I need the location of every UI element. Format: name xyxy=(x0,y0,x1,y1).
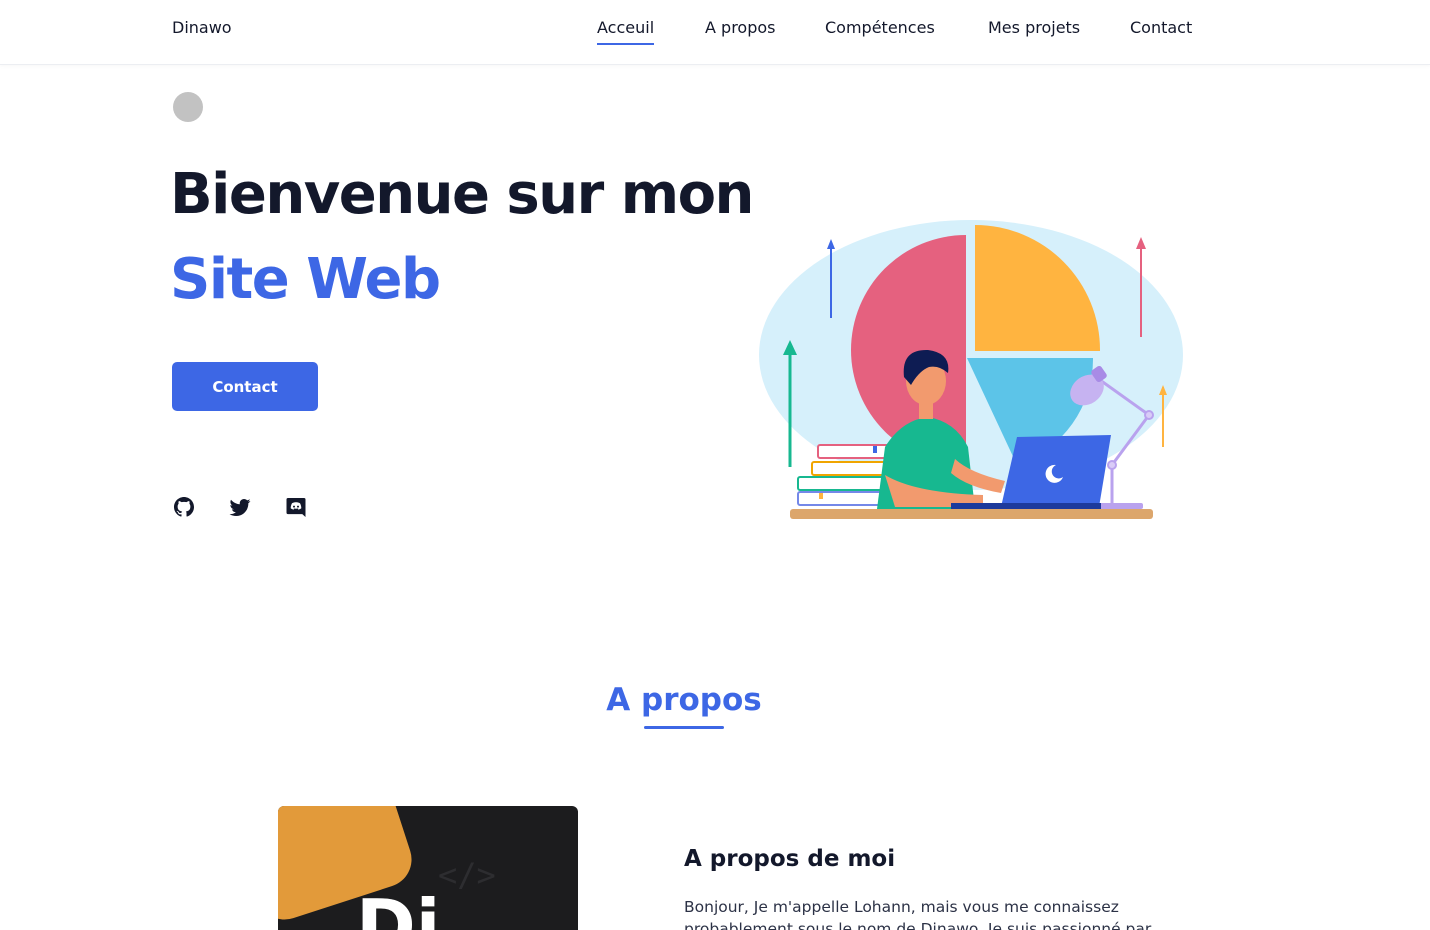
hero-title: Bienvenue sur mon xyxy=(170,162,754,227)
person-at-laptop-illustration xyxy=(759,220,1183,519)
discord-link[interactable] xyxy=(284,495,308,519)
twitter-link[interactable] xyxy=(228,495,252,519)
nav-link-contact[interactable]: Contact xyxy=(1130,18,1192,37)
about-heading: A propos de moi xyxy=(684,846,896,872)
github-link[interactable] xyxy=(172,495,196,519)
about-text: Bonjour, Je m'appelle Lohann, mais vous … xyxy=(684,898,1152,930)
nav-link-acceuil[interactable]: Acceuil xyxy=(597,18,655,45)
discord-icon xyxy=(286,498,306,517)
section-title-underline xyxy=(644,726,724,729)
twitter-icon xyxy=(229,499,251,516)
svg-text:</>: </> xyxy=(438,856,496,894)
section-title-a-propos: A propos xyxy=(606,682,762,718)
main-nav: Acceuil A propos Compétences Mes projets… xyxy=(0,0,1430,65)
theme-toggle-button[interactable] xyxy=(173,92,203,122)
svg-text:Di: Di xyxy=(356,884,440,930)
hero-subtitle: Site Web xyxy=(170,247,441,312)
site-header: Dinawo Acceuil A propos Compétences Mes … xyxy=(0,0,1430,65)
nav-link-mes-projets[interactable]: Mes projets xyxy=(988,18,1080,37)
github-icon xyxy=(174,497,194,517)
nav-link-competences[interactable]: Compétences xyxy=(825,18,935,37)
dinawo-logo-image: </> Di xyxy=(278,806,578,930)
contact-button[interactable]: Contact xyxy=(172,362,318,411)
nav-link-a-propos[interactable]: A propos xyxy=(705,18,775,37)
about-image: </> Di xyxy=(278,806,578,930)
